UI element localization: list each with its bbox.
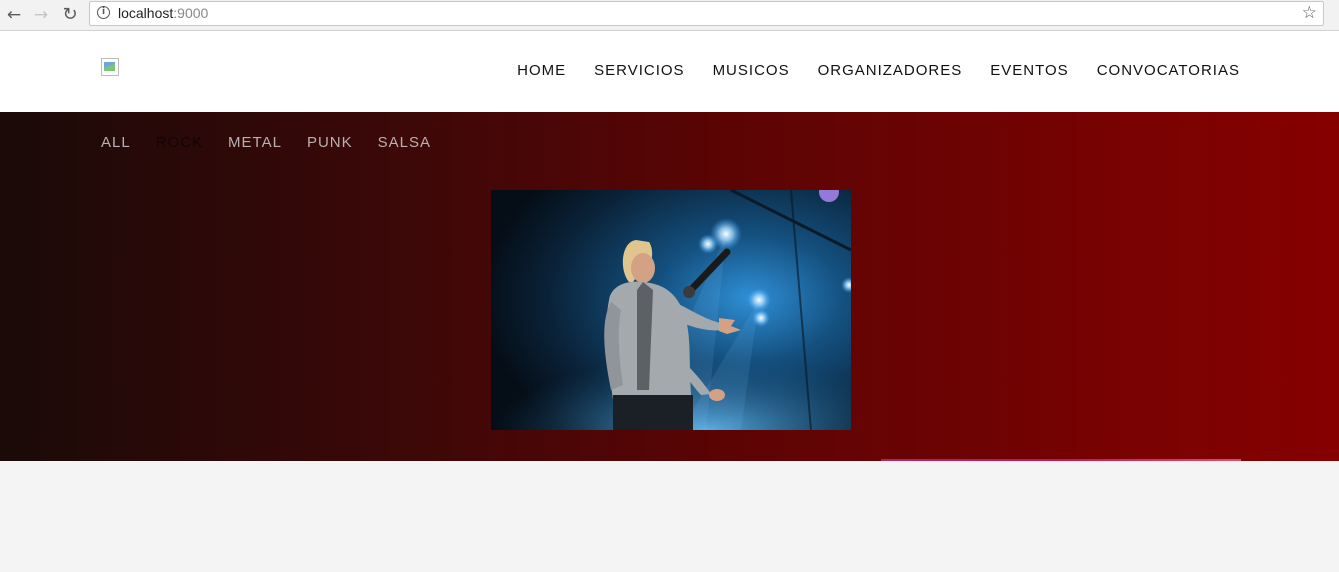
reload-icon[interactable]: ↻ [59, 4, 81, 26]
filter-salsa[interactable]: SALSA [378, 134, 431, 151]
info-icon[interactable]: i [97, 6, 110, 19]
nav-servicios[interactable]: SERVICIOS [594, 62, 684, 79]
logo-broken-image-icon[interactable] [101, 58, 119, 76]
bookmark-star-icon[interactable]: ☆ [1302, 3, 1317, 23]
genre-filters: ALL ROCK METAL PUNK SALSA [101, 134, 431, 151]
filter-rock[interactable]: ROCK [156, 134, 203, 151]
hero-section: ALL ROCK METAL PUNK SALSA [0, 112, 1339, 461]
filter-all[interactable]: ALL [101, 134, 131, 151]
filter-metal[interactable]: METAL [228, 134, 282, 151]
forward-arrow-icon[interactable]: → [30, 4, 52, 26]
back-arrow-icon[interactable]: ← [3, 4, 25, 26]
nav-home[interactable]: HOME [517, 62, 566, 79]
address-bar[interactable]: i localhost:9000 ☆ [89, 1, 1324, 26]
filter-punk[interactable]: PUNK [307, 134, 353, 151]
nav-musicos[interactable]: MUSICOS [713, 62, 790, 79]
url-port: :9000 [173, 5, 209, 21]
url-host: localhost [118, 5, 174, 21]
browser-toolbar: ← → ↻ i localhost:9000 ☆ [0, 0, 1339, 31]
main-nav: HOME SERVICIOS MUSICOS ORGANIZADORES EVE… [517, 62, 1240, 79]
url-text[interactable]: localhost:9000 [118, 5, 208, 21]
nav-eventos[interactable]: EVENTOS [990, 62, 1068, 79]
broken-image-glyph [104, 62, 115, 71]
nav-convocatorias[interactable]: CONVOCATORIAS [1097, 62, 1240, 79]
site-header: HOME SERVICIOS MUSICOS ORGANIZADORES EVE… [0, 31, 1339, 112]
next-item-edge [881, 459, 1241, 461]
nav-organizadores[interactable]: ORGANIZADORES [818, 62, 963, 79]
concert-photo[interactable] [491, 190, 851, 430]
